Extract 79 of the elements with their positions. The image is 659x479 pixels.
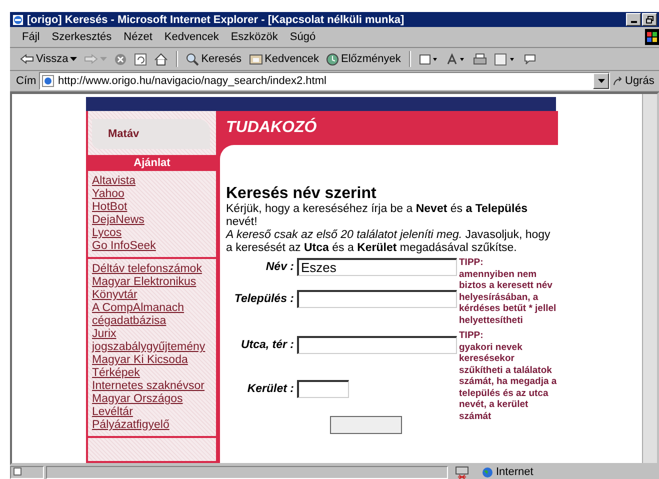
minimize-button[interactable] bbox=[626, 13, 641, 26]
section-title: TUDAKOZÓ bbox=[226, 119, 317, 137]
sidebar-link[interactable]: A CompAlmanach cégadatbázisa bbox=[92, 302, 212, 328]
toolbar-button[interactable] bbox=[132, 52, 150, 66]
address-field[interactable]: http://www.origo.hu/navigacio/nagy_search/index2.html bbox=[39, 72, 610, 90]
input-field[interactable] bbox=[297, 336, 457, 354]
menu-item[interactable]: Súgó bbox=[290, 31, 316, 43]
sidebar-link[interactable]: Internetes szaknévsor bbox=[92, 380, 212, 393]
input-field[interactable] bbox=[297, 290, 457, 308]
scrollbar[interactable] bbox=[642, 94, 657, 463]
menu-item[interactable]: Eszközök bbox=[230, 31, 278, 43]
curved-arrow-icon bbox=[613, 76, 623, 86]
toolbar-button[interactable]: Keresés bbox=[184, 52, 244, 66]
letter-a-icon bbox=[446, 52, 466, 66]
field-label: Település : bbox=[233, 293, 294, 305]
caret-icon bbox=[100, 56, 108, 62]
tip-text: amennyiben nem biztos a keresett név helyesírásában, a kérdéses betűt * jellel helyettesítheti bbox=[459, 268, 558, 326]
back-arrow-icon bbox=[20, 53, 34, 65]
minimize-icon bbox=[630, 21, 636, 23]
sidebar-heading: Ajánlat bbox=[88, 155, 216, 171]
go-button[interactable]: Ugrás bbox=[613, 75, 659, 87]
sidebar-link[interactable]: Jurix jogszabálygyűjtemény bbox=[92, 328, 212, 354]
sidebar-link[interactable]: Magyar Ki Kicsoda bbox=[92, 354, 212, 367]
restore-icon bbox=[646, 16, 654, 24]
printer-icon bbox=[472, 52, 487, 66]
search-icon bbox=[186, 52, 200, 66]
stop-icon bbox=[114, 52, 128, 66]
sidebar-link[interactable]: Pályázatfigyelő bbox=[92, 419, 212, 432]
toolbar-button[interactable]: Előzmények bbox=[324, 52, 403, 66]
toolbar-button[interactable] bbox=[470, 52, 489, 66]
input-field[interactable]: Eszes bbox=[297, 258, 457, 276]
menu-item[interactable]: Kedvencek bbox=[164, 31, 219, 43]
tip-text: gyakori nevek keresésekor szűkítheti a találatok számát, ha megadja a település és az utca nevét, a kerület számát bbox=[459, 342, 558, 422]
tip-title: TIPP: bbox=[459, 330, 484, 342]
intro-paragraph: A kereső csak az első 20 találatot jeleníti meg. Javasoljuk, hogy a keresését az Utca és a Kerület megadásával szűkítse. bbox=[226, 229, 552, 255]
page-icon bbox=[13, 466, 22, 476]
globe-icon bbox=[482, 466, 493, 478]
sidebar-link[interactable]: Lycos bbox=[92, 227, 212, 240]
sidebar-link[interactable]: Altavista bbox=[92, 175, 212, 188]
page-icon bbox=[494, 52, 516, 66]
dropdown-button[interactable] bbox=[593, 73, 609, 89]
restore-button[interactable] bbox=[642, 13, 657, 26]
page-icon bbox=[42, 75, 54, 87]
toolbar-button[interactable]: Kedvencek bbox=[246, 52, 321, 66]
input-field[interactable] bbox=[297, 380, 349, 398]
intro-paragraph: Kérjük, hogy a kereséséhez írja be a Nevet és a Település nevét! bbox=[226, 203, 529, 229]
sidebar-link[interactable]: Magyar Elektronikus Könyvtár bbox=[92, 276, 212, 302]
forward-arrow-icon bbox=[84, 53, 98, 65]
sidebar-link[interactable]: Yahoo bbox=[92, 188, 212, 201]
tip-title: TIPP: bbox=[459, 257, 484, 268]
sidebar-link[interactable]: Go InfoSeek bbox=[92, 240, 212, 253]
refresh-icon bbox=[134, 52, 148, 66]
document-icon bbox=[418, 52, 439, 66]
sidebar-tab[interactable]: Matáv bbox=[92, 119, 210, 149]
field-label: Kerület : bbox=[246, 383, 294, 395]
menu-item[interactable]: Szerkesztés bbox=[52, 31, 112, 43]
sidebar-link[interactable]: HotBot bbox=[92, 201, 212, 214]
page-heading: Keresés név szerint bbox=[226, 185, 378, 203]
menu-item[interactable]: Nézet bbox=[124, 31, 152, 43]
window-title: [origo] Keresés - Microsoft Internet Explorer - [Kapcsolat nélküli munka] bbox=[27, 14, 406, 26]
windows-logo-icon bbox=[645, 29, 659, 45]
caret-icon bbox=[70, 56, 78, 62]
field-label: Név : bbox=[264, 261, 294, 273]
clock-icon bbox=[326, 52, 339, 66]
speech-bubble-icon bbox=[522, 52, 537, 66]
browser-icon bbox=[12, 14, 24, 26]
menu-item[interactable]: Fájl bbox=[22, 31, 40, 43]
sidebar-link[interactable]: Magyar Országos Levéltár bbox=[92, 393, 212, 419]
submit-button[interactable] bbox=[330, 416, 402, 434]
caret-icon bbox=[598, 79, 604, 83]
security-zone: Internet bbox=[476, 466, 659, 478]
address-label: Cím bbox=[16, 75, 36, 87]
field-label: Utca, tér : bbox=[240, 339, 294, 351]
home-icon bbox=[154, 52, 168, 66]
sidebar-link[interactable]: Térképek bbox=[92, 367, 212, 380]
toolbar-button[interactable]: Vissza bbox=[18, 52, 80, 66]
sidebar-link[interactable]: Déltáv telefonszámok bbox=[92, 263, 212, 276]
folder-icon bbox=[248, 53, 263, 65]
sidebar-link[interactable]: DejaNews bbox=[92, 214, 212, 227]
